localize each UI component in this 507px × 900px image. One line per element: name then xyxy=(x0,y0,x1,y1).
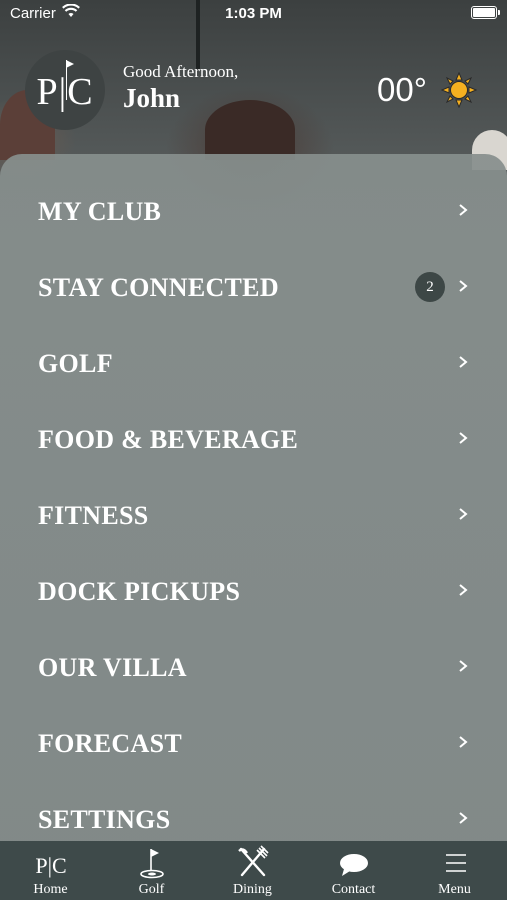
menu-item-label: FORECAST xyxy=(38,729,182,758)
chevron-right-icon xyxy=(459,508,468,520)
fork-knife-icon xyxy=(238,845,269,877)
chat-bubble-icon xyxy=(340,854,368,876)
menu-item-settings[interactable]: SETTINGS xyxy=(0,781,507,841)
logo-text: P|C xyxy=(36,71,94,113)
chevron-right-icon xyxy=(459,584,468,596)
menu-item-label: SETTINGS xyxy=(38,805,171,834)
menu-item-label: GOLF xyxy=(38,349,113,378)
menu-item-golf[interactable]: GOLF xyxy=(0,325,507,401)
chevron-right-icon xyxy=(459,204,468,216)
chevron-right-icon xyxy=(459,356,468,368)
main-menu: MY CLUB STAY CONNECTED GOLF FOOD & BEVER… xyxy=(0,154,507,841)
chevron-right-icon xyxy=(459,736,468,748)
tab-menu[interactable]: Menu xyxy=(404,841,505,900)
tab-bar: P|C Home Golf Dining Contact Menu xyxy=(0,841,507,900)
menu-item-label: DOCK PICKUPS xyxy=(38,577,241,606)
tab-label: Menu xyxy=(438,882,471,897)
tab-contact[interactable]: Contact xyxy=(303,841,404,900)
menu-item-our-villa[interactable]: OUR VILLA xyxy=(0,629,507,705)
pc-logo-icon: P|C xyxy=(35,853,67,878)
tab-home[interactable]: P|C Home xyxy=(0,841,101,900)
tab-label: Home xyxy=(33,882,68,897)
golf-flag-icon xyxy=(140,849,164,879)
chevron-right-icon xyxy=(459,660,468,672)
username-text: John xyxy=(123,83,181,113)
chevron-right-icon xyxy=(459,812,468,824)
battery-icon xyxy=(471,6,500,19)
status-bar: Carrier 1:03 PM xyxy=(0,0,507,28)
sun-icon[interactable] xyxy=(441,72,477,108)
menu-item-label: FITNESS xyxy=(38,501,149,530)
tab-label: Golf xyxy=(138,882,165,897)
chevron-right-icon xyxy=(459,432,468,444)
menu-item-label: STAY CONNECTED xyxy=(38,273,279,302)
background-person xyxy=(205,100,295,160)
menu-item-dock-pickups[interactable]: DOCK PICKUPS xyxy=(0,553,507,629)
tab-golf[interactable]: Golf xyxy=(101,841,202,900)
status-time: 1:03 PM xyxy=(225,5,282,22)
logo-flag-icon xyxy=(66,60,74,100)
greeting-text: Good Afternoon, xyxy=(123,62,239,81)
hamburger-icon xyxy=(446,854,466,872)
menu-item-label: FOOD & BEVERAGE xyxy=(38,425,299,454)
tab-dining[interactable]: Dining xyxy=(202,841,303,900)
menu-item-forecast[interactable]: FORECAST xyxy=(0,705,507,781)
menu-item-label: OUR VILLA xyxy=(38,653,187,682)
menu-item-fitness[interactable]: FITNESS xyxy=(0,477,507,553)
tab-label: Dining xyxy=(233,882,272,897)
temperature-text[interactable]: 00° xyxy=(377,71,427,109)
tab-label: Contact xyxy=(331,882,376,897)
menu-item-my-club[interactable]: MY CLUB xyxy=(0,173,507,249)
club-logo[interactable]: P|C xyxy=(25,50,105,130)
notification-badge: 2 xyxy=(415,272,445,302)
chevron-right-icon xyxy=(459,280,468,292)
menu-item-label: MY CLUB xyxy=(38,197,162,226)
menu-item-food-beverage[interactable]: FOOD & BEVERAGE xyxy=(0,401,507,477)
